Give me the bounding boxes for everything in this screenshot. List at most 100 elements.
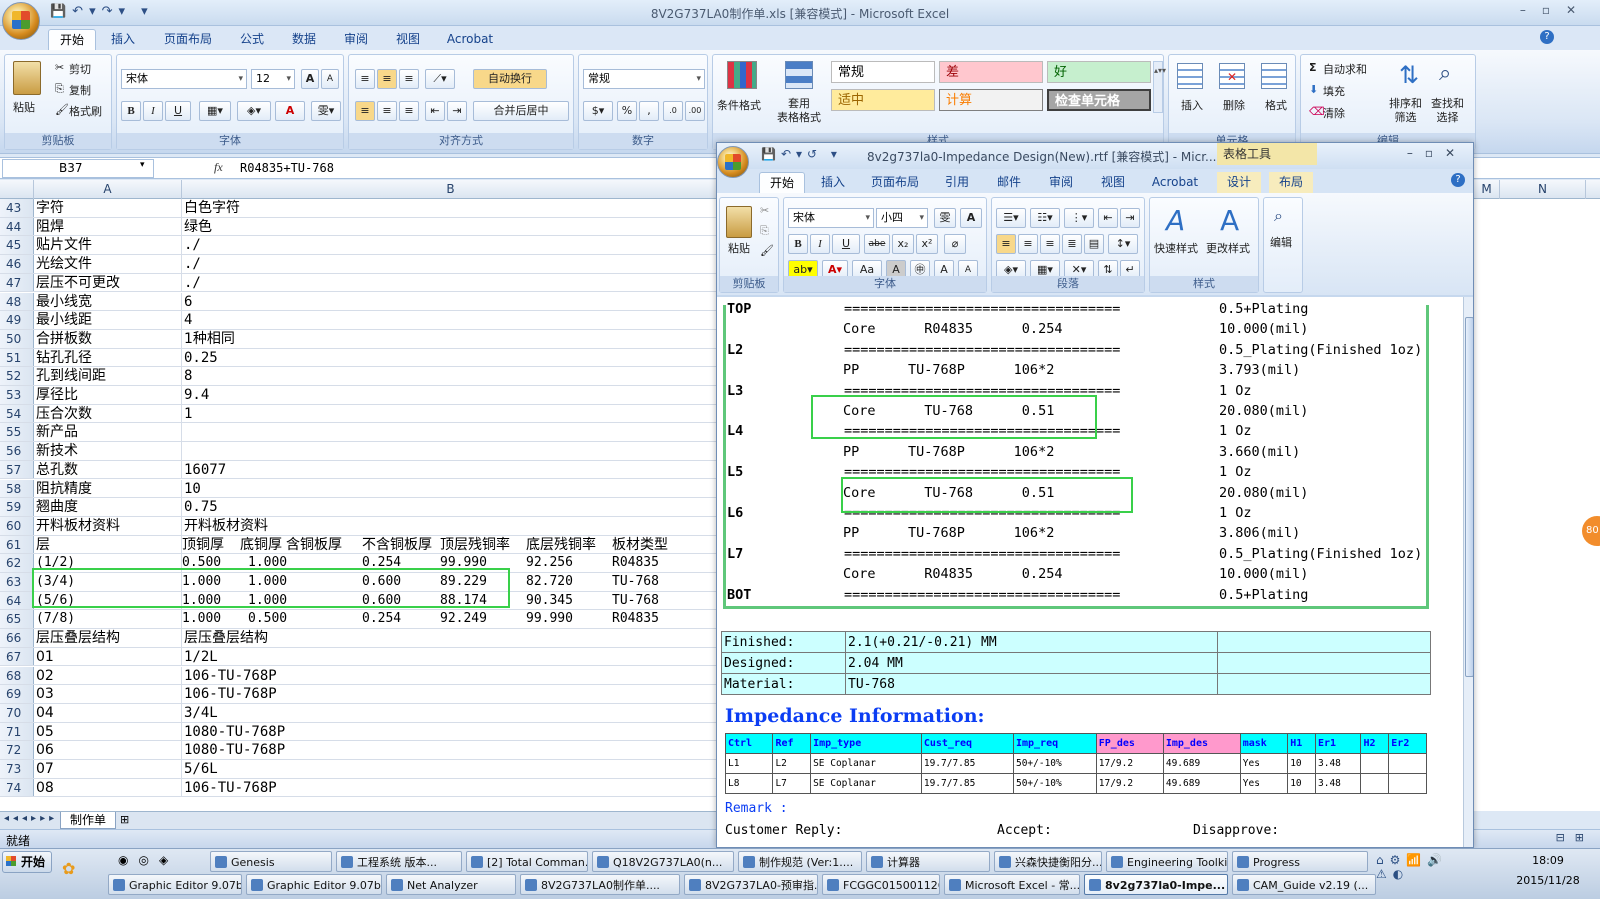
styles-scroll[interactable]: ▴▾▾: [1153, 61, 1166, 113]
style-check-cell[interactable]: 检查单元格: [1047, 89, 1151, 111]
taskbar-button[interactable]: 兴森快捷衡阳分...: [994, 851, 1102, 872]
word-phonetic-icon[interactable]: 雯: [934, 208, 956, 228]
row-number[interactable]: 72: [0, 741, 34, 759]
row-number[interactable]: 56: [0, 442, 34, 460]
layer-cell[interactable]: 82.720: [526, 573, 573, 591]
table-row[interactable]: 48 最小线宽 6: [0, 292, 720, 312]
word-italic-button[interactable]: I: [810, 234, 830, 254]
word-help-icon[interactable]: ?: [1451, 173, 1465, 187]
row-number[interactable]: 46: [0, 255, 34, 273]
word-font-name-select[interactable]: 宋体: [788, 208, 874, 228]
insert-cells-button[interactable]: 插入: [1181, 97, 1203, 113]
table-row[interactable]: 49 最小线距 4: [0, 311, 720, 330]
cell-a[interactable]: 阻焊: [34, 217, 182, 236]
delete-cells-button[interactable]: 删除: [1223, 97, 1245, 113]
cell-b[interactable]: 1: [182, 405, 720, 423]
cell-a[interactable]: 02: [34, 666, 182, 685]
cell-b[interactable]: 8: [182, 367, 720, 385]
row-number[interactable]: 49: [0, 311, 34, 329]
paste-button[interactable]: 粘贴: [13, 99, 35, 115]
italic-button[interactable]: I: [143, 101, 163, 121]
cell-a[interactable]: 翘曲度: [34, 498, 182, 516]
tab-formulas[interactable]: 公式: [230, 29, 274, 50]
browser-icons[interactable]: ◉◎◈: [118, 853, 178, 867]
word-align-right-icon[interactable]: ≡: [1040, 234, 1060, 254]
cell-a[interactable]: 05: [34, 722, 182, 741]
cell-a[interactable]: 层压不可更改: [34, 273, 182, 292]
table-row[interactable]: 44 阻焊 绿色: [0, 217, 720, 237]
cell-a[interactable]: 新产品: [34, 423, 182, 442]
style-normal[interactable]: 常规: [831, 61, 935, 83]
borders-icon[interactable]: ▦▾: [199, 101, 231, 121]
header-cell[interactable]: 板材类型: [612, 536, 668, 554]
word-tab-mailings[interactable]: 邮件: [987, 172, 1031, 193]
clear-button[interactable]: 清除: [1323, 105, 1345, 121]
cell-a[interactable]: 07: [34, 760, 182, 778]
word-scroll-thumb[interactable]: [1465, 317, 1473, 677]
cell-b[interactable]: 5/6L: [182, 760, 720, 778]
format-table-button[interactable]: 套用 表格格式: [777, 97, 821, 125]
cell-b[interactable]: [182, 442, 720, 460]
row-number[interactable]: 59: [0, 498, 34, 516]
taskbar-button[interactable]: Genesis: [210, 851, 332, 872]
tab-page-layout[interactable]: 页面布局: [152, 29, 224, 50]
font-size-select[interactable]: 12: [251, 69, 295, 89]
layer-cell[interactable]: 1.000: [182, 610, 221, 628]
table-row[interactable]: 55 新产品: [0, 423, 720, 443]
percent-button[interactable]: %: [617, 101, 637, 121]
style-bad[interactable]: 差: [939, 61, 1043, 83]
table-row[interactable]: 51 钻孔孔径 0.25: [0, 348, 720, 368]
cell-a[interactable]: 新技术: [34, 442, 182, 460]
wrap-text-button[interactable]: 自动换行: [473, 69, 547, 89]
word-tab-acrobat[interactable]: Acrobat: [1143, 172, 1207, 193]
cell-b[interactable]: 9.4: [182, 386, 720, 404]
cell-a[interactable]: 钻孔孔径: [34, 348, 182, 367]
cell-b[interactable]: 层压叠层结构: [182, 629, 720, 647]
word-edit-button[interactable]: 编辑: [1270, 234, 1292, 250]
word-align-left-icon[interactable]: ≡: [996, 234, 1016, 254]
paste-icon[interactable]: [13, 61, 41, 95]
shrink-font-button[interactable]: A: [321, 69, 339, 89]
cell-a[interactable]: 04: [34, 703, 182, 722]
copy-button[interactable]: 复制: [69, 82, 91, 98]
bold-button[interactable]: B: [121, 101, 141, 121]
header-cell[interactable]: 底铜厚: [240, 536, 282, 554]
underline-button[interactable]: U: [165, 101, 191, 121]
cut-button[interactable]: 剪切: [69, 61, 91, 77]
row-number[interactable]: 71: [0, 722, 34, 741]
taskbar-button[interactable]: 计算器: [866, 851, 990, 872]
word-copy-icon[interactable]: ⎘: [760, 224, 769, 238]
row-number[interactable]: 52: [0, 367, 34, 385]
table-row[interactable]: 54 压合次数 1: [0, 404, 720, 424]
cell-a[interactable]: 03: [34, 685, 182, 703]
word-strike-button[interactable]: abe: [864, 234, 890, 254]
taskbar-button[interactable]: 8V2G737LA0-预审指...: [684, 874, 818, 895]
conditional-format-button[interactable]: 条件格式: [717, 97, 761, 113]
row-number[interactable]: 62: [0, 554, 34, 572]
column-header-a[interactable]: A: [34, 180, 182, 199]
cell-b[interactable]: 1/2L: [182, 648, 720, 666]
cell-b[interactable]: 1080-TU-768P: [182, 723, 720, 741]
cell-a[interactable]: (7/8): [34, 610, 182, 629]
document-page[interactable]: TOP ================================== 0.…: [717, 297, 1463, 847]
sheet-tab-production[interactable]: 制作单: [60, 812, 116, 829]
word-bullets-icon[interactable]: ☰▾: [996, 208, 1026, 228]
taskbar-button[interactable]: 8v2g737la0-Impe...: [1084, 874, 1228, 895]
word-underline-button[interactable]: U: [832, 234, 860, 254]
find-select-button[interactable]: 查找和 选择: [1431, 97, 1464, 125]
taskbar-button[interactable]: Q18V2G737LA0(n...: [592, 851, 734, 872]
tab-view[interactable]: 视图: [386, 29, 430, 50]
word-clear-format-icon[interactable]: ⌀: [944, 234, 966, 254]
sort-filter-button[interactable]: 排序和 筛选: [1389, 97, 1422, 125]
cell-a[interactable]: 合拼板数: [34, 329, 182, 348]
row-number[interactable]: 44: [0, 217, 34, 236]
taskbar-button[interactable]: 工程系统 版本...: [336, 851, 462, 872]
cell-a[interactable]: 总孔数: [34, 460, 182, 479]
cell-b[interactable]: ./: [182, 255, 720, 273]
taskbar-button[interactable]: Engineering Toolki...: [1106, 851, 1228, 872]
word-numbering-icon[interactable]: ☷▾: [1030, 208, 1060, 228]
word-office-button[interactable]: [717, 146, 749, 178]
name-box[interactable]: B37: [2, 159, 154, 178]
align-right-icon[interactable]: ≡: [399, 101, 419, 121]
table-row[interactable]: 47 层压不可更改 ./: [0, 273, 720, 293]
